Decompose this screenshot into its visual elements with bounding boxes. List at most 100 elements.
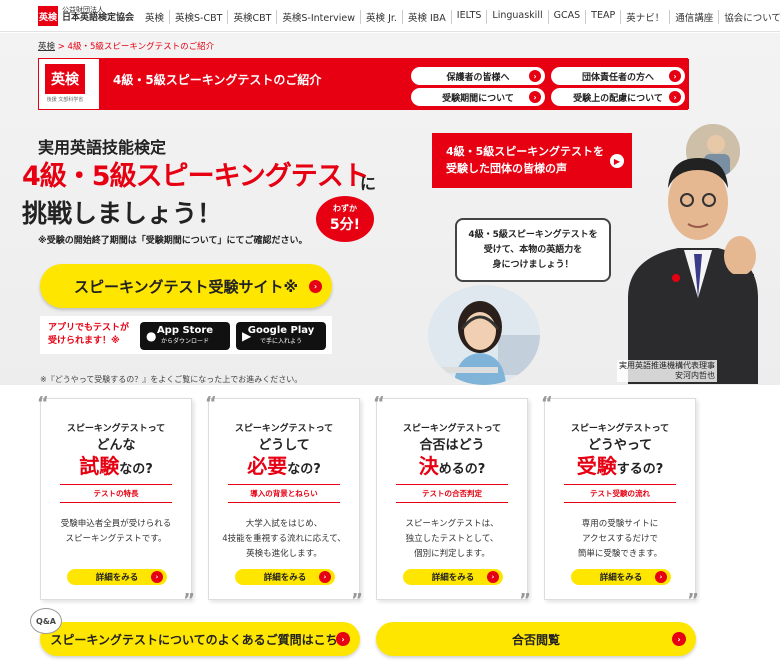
site-header: 英検 公益財団法人 日本英語検定協会 英検 英検S-CBT 英検CBT 英検S-… xyxy=(0,0,780,32)
chevron-right-icon: › xyxy=(336,632,350,646)
quote-close-icon: ” xyxy=(687,590,699,611)
chevron-right-icon: › xyxy=(487,571,499,583)
card-description: スピーキングテストは、 独立したテストとして、 個別に判定します。 xyxy=(377,517,527,562)
hero-title-line2: 挑戦しましょう！ xyxy=(22,199,223,228)
voices-label-line2: 受験した団体の皆様の声 xyxy=(446,162,567,175)
card-description: 専用の受験サイトに アクセスするだけで 簡単に受験できます。 xyxy=(545,517,695,562)
nav-item-jr[interactable]: 英検 Jr. xyxy=(360,10,402,24)
student-photo xyxy=(428,285,540,385)
voices-label-line1: 4級・5級スピーキングテストを xyxy=(446,145,604,158)
google-play-button[interactable]: ▶ Google Play で手に入れよう xyxy=(236,322,326,350)
nav-item-s-interview[interactable]: 英検S-Interview xyxy=(276,10,360,24)
card-desc-line2: 独立したテストとして、 xyxy=(405,534,499,544)
how-to-note: ※『どうやって受験するの？』をよくご覧になった上でお進みください。 xyxy=(40,375,303,384)
nav-item-scbt[interactable]: 英検S-CBT xyxy=(169,10,227,24)
card-heading-rest: なの? xyxy=(287,462,321,477)
eiken-badge-sub: 後援 文部科学省 xyxy=(46,97,84,103)
parents-link-button[interactable]: 保護者の皆様へ › xyxy=(411,67,545,85)
accommodations-link-label: 受験上の配慮について xyxy=(573,93,663,104)
app-promo-text: アプリでもテストが 受けられます！※ xyxy=(48,322,129,348)
results-button[interactable]: 合否閲覧 › xyxy=(376,622,696,656)
card-desc-line2: 4技能を重視する流れに応えて、 xyxy=(222,534,346,544)
chevron-right-icon: › xyxy=(529,70,541,82)
nav-item-iba[interactable]: 英検 IBA xyxy=(401,10,451,24)
card-tag: 導入の背景とねらい xyxy=(228,484,340,503)
card-detail-button[interactable]: 詳細をみる › xyxy=(67,569,167,585)
exam-period-note: ※受験の開始終了期間は「受験期間について」にてご確認ださい。 xyxy=(38,236,308,246)
card-detail-button[interactable]: 詳細をみる › xyxy=(403,569,503,585)
speaking-test-site-button[interactable]: スピーキングテスト受験サイト※ › xyxy=(40,264,332,308)
app-promo-line2: 受けられます！※ xyxy=(48,336,120,346)
nav-item-ielts[interactable]: IELTS xyxy=(450,10,487,24)
card-desc-line3: 英検も進化します。 xyxy=(246,549,322,559)
card-heading-rest: なの? xyxy=(119,462,153,477)
card-detail-button[interactable]: 詳細をみる › xyxy=(235,569,335,585)
card-heading-keyword: 試験 xyxy=(79,454,120,478)
card-desc-line1: 受験申込者全員が受けられる xyxy=(60,519,172,529)
card-heading-keyword: 受験 xyxy=(576,454,617,478)
faq-button[interactable]: スピーキングテストについてのよくあるご質問はこちら › xyxy=(40,622,360,656)
organization-voices-button[interactable]: 4級・5級スピーキングテストを 受験した団体の皆様の声 ▶ xyxy=(432,133,632,188)
app-store-button[interactable]: ● App Store からダウンロード xyxy=(140,322,230,350)
card-kicker: スピーキングテストって xyxy=(402,424,502,434)
organizations-link-button[interactable]: 団体責任者の方へ › xyxy=(551,67,685,85)
card-kicker: スピーキングテストって xyxy=(66,424,166,434)
hero-title-particle: に xyxy=(360,174,377,193)
breadcrumb: 英検 > 4級・5級スピーキングテストのご紹介 xyxy=(38,40,214,52)
nav-item-eiken[interactable]: 英検 xyxy=(140,10,169,24)
card-heading-keyword: 必要 xyxy=(247,454,288,478)
exam-period-link-button[interactable]: 受験期間について › xyxy=(411,88,545,106)
faq-label: スピーキングテストについてのよくあるご質問はこちら xyxy=(50,632,350,647)
card-tag: テストの合否判定 xyxy=(396,484,508,503)
card-heading-rest: するの? xyxy=(616,462,664,477)
card-heading-line1: どうして xyxy=(258,438,310,453)
five-minutes-badge: わずか 5分! xyxy=(316,196,374,242)
card-detail-label: 詳細をみる xyxy=(263,573,307,583)
nav-item-einavi[interactable]: 英ナビ！ xyxy=(620,10,669,24)
eiken-logo[interactable]: 英検 xyxy=(38,6,58,26)
nav-item-about[interactable]: 協会について xyxy=(718,10,780,24)
chevron-right-icon: › xyxy=(151,571,163,583)
card-background: “ スピーキングテストって どうして 必要なの? 導入の背景とねらい 大学入試を… xyxy=(205,393,363,611)
nav-item-cbt[interactable]: 英検CBT xyxy=(227,10,276,24)
presenter-title: 実用英語推進機構代表理事 xyxy=(619,361,715,370)
parents-link-label: 保護者の皆様へ xyxy=(446,72,510,83)
badge-large-text: 5分! xyxy=(329,217,361,233)
card-detail-label: 詳細をみる xyxy=(95,573,139,583)
qa-icon: Q&A xyxy=(30,608,62,634)
global-nav: 英検 英検S-CBT 英検CBT 英検S-Interview 英検 Jr. 英検… xyxy=(140,10,780,24)
organizations-link-label: 団体責任者の方へ xyxy=(581,72,654,83)
nav-item-linguaskill[interactable]: Linguaskill xyxy=(486,10,547,24)
nav-item-gcas[interactable]: GCAS xyxy=(547,10,586,24)
card-pass-criteria: “ スピーキングテストって 合否はどう 決めるの? テストの合否判定 スピーキン… xyxy=(373,393,531,611)
breadcrumb-separator: > xyxy=(57,42,65,52)
card-heading-line1: どんな xyxy=(96,438,136,453)
results-label: 合否閲覧 xyxy=(511,632,560,647)
card-description: 受験申込者全員が受けられる スピーキングテストです。 xyxy=(41,517,191,547)
app-promo-line1: アプリでもテストが xyxy=(48,323,130,333)
chevron-right-icon: › xyxy=(669,70,681,82)
quote-open-icon: “ xyxy=(373,393,385,414)
card-heading-line1: 合否はどう xyxy=(419,438,485,453)
presenter-name: 安河内哲也 xyxy=(675,371,715,380)
nav-item-teap[interactable]: TEAP xyxy=(585,10,620,24)
card-desc-line1: 大学入試をはじめ、 xyxy=(245,519,323,529)
card-heading: 合否はどう 決めるの? xyxy=(377,436,527,480)
chevron-right-icon: › xyxy=(319,571,331,583)
quote-close-icon: ” xyxy=(519,590,531,611)
bubble-line1: 4級・5級スピーキングテストを xyxy=(468,230,598,240)
presenter-photo xyxy=(608,128,758,384)
speaking-test-site-label: スピーキングテスト受験サイト※ xyxy=(74,277,299,296)
card-detail-button[interactable]: 詳細をみる › xyxy=(571,569,671,585)
accommodations-link-button[interactable]: 受験上の配慮について › xyxy=(551,88,685,106)
card-tag: テストの特長 xyxy=(60,484,172,503)
quote-open-icon: “ xyxy=(205,393,217,414)
breadcrumb-home-link[interactable]: 英検 xyxy=(38,42,55,52)
presenter-caption: 実用英語推進機構代表理事 安河内哲也 xyxy=(617,360,717,382)
org-name[interactable]: 公益財団法人 日本英語検定協会 xyxy=(62,6,134,23)
quote-close-icon: ” xyxy=(351,590,363,611)
nav-item-correspondence[interactable]: 通信講座 xyxy=(669,10,718,24)
card-exam-flow: “ スピーキングテストって どうやって 受験するの? テスト受験の流れ 専用の受… xyxy=(541,393,699,611)
chevron-right-icon: › xyxy=(672,632,686,646)
hero-title: 4級・5級スピーキングテスト xyxy=(22,161,370,192)
